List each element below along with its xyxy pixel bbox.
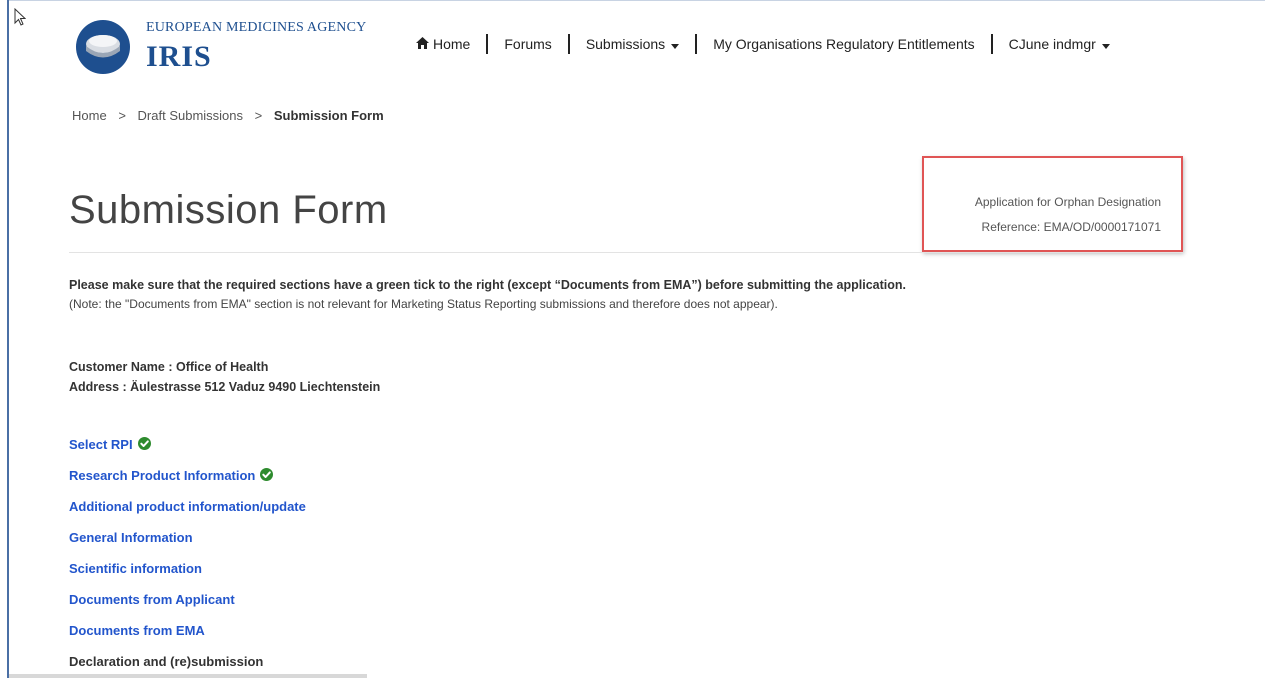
customer-address: Address : Äulestrasse 512 Vaduz 9490 Lie… [69,380,381,394]
check-circle-icon [137,437,151,453]
nav-forums[interactable]: Forums [504,36,551,52]
nav-divider [567,34,570,54]
section-item: Select RPI [69,437,306,468]
nav-user-menu[interactable]: CJune indmgr [1009,36,1110,52]
breadcrumb: Home > Draft Submissions > Submission Fo… [72,108,384,123]
section-item: Declaration and (re)submission [69,654,306,685]
home-icon [416,36,429,52]
caret-down-icon [671,36,680,52]
section-link-research-product-information[interactable]: Research Product Information [69,468,255,483]
customer-info: Customer Name : Office of Health Address… [69,357,380,397]
ema-logo-icon [72,18,134,81]
section-link-additional-product-information[interactable]: Additional product information/update [69,499,306,514]
section-item: General Information [69,530,306,561]
application-reference: Reference: EMA/OD/0000171071 [981,220,1161,234]
agency-name: EUROPEAN MEDICINES AGENCY [146,20,367,35]
nav-submissions-label: Submissions [585,36,666,52]
breadcrumb-current: Submission Form [273,108,384,123]
section-item: Additional product information/update [69,499,306,530]
submission-note: (Note: the "Documents from EMA" section … [69,297,778,311]
nav-submissions-dropdown[interactable]: Submissions [585,36,680,52]
iris-logo[interactable]: EUROPEAN MEDICINES AGENCY IRIS [72,14,372,76]
nav-home-label: Home [433,36,471,52]
section-link-scientific-information[interactable]: Scientific information [69,561,202,576]
breadcrumb-separator: > [254,108,263,123]
main-nav: Home Forums Submissions My Organisations… [416,34,1110,54]
section-link-select-rpi[interactable]: Select RPI [69,437,133,452]
nav-entitlements[interactable]: My Organisations Regulatory Entitlements [713,36,974,52]
horizontal-scrollbar[interactable] [9,674,367,678]
nav-divider [990,34,993,54]
submission-instruction: Please make sure that the required secti… [69,278,906,292]
nav-home[interactable]: Home [416,36,470,52]
section-item: Documents from EMA [69,623,306,654]
section-item: Documents from Applicant [69,592,306,623]
window-top-border [7,0,1265,1]
section-item: Research Product Information [69,468,306,499]
nav-divider [695,34,698,54]
section-declaration-submission[interactable]: Declaration and (re)submission [69,654,263,669]
check-circle-icon [260,468,274,484]
section-link-general-information[interactable]: General Information [69,530,193,545]
breadcrumb-separator: > [118,108,126,123]
nav-entitlements-label: My Organisations Regulatory Entitlements [713,36,975,52]
section-link-documents-from-applicant[interactable]: Documents from Applicant [69,592,235,607]
customer-name: Customer Name : Office of Health [69,360,269,374]
app-name: IRIS [146,40,212,73]
breadcrumb-draft-submissions[interactable]: Draft Submissions [138,108,243,123]
breadcrumb-home[interactable]: Home [72,108,107,123]
mouse-pointer-icon [14,7,27,31]
application-reference-box: Application for Orphan Designation Refer… [922,156,1183,252]
window-left-border [7,0,9,678]
section-item: Scientific information [69,561,306,592]
nav-user-label: CJune indmgr [1008,36,1096,52]
application-type: Application for Orphan Designation [974,195,1161,209]
section-link-documents-from-ema[interactable]: Documents from EMA [69,623,205,638]
caret-down-icon [1101,36,1110,52]
nav-forums-label: Forums [504,36,552,52]
page-title: Submission Form [69,188,388,232]
title-divider [69,252,1184,253]
form-sections: Select RPI Research Product Information … [69,437,306,685]
nav-divider [486,34,489,54]
